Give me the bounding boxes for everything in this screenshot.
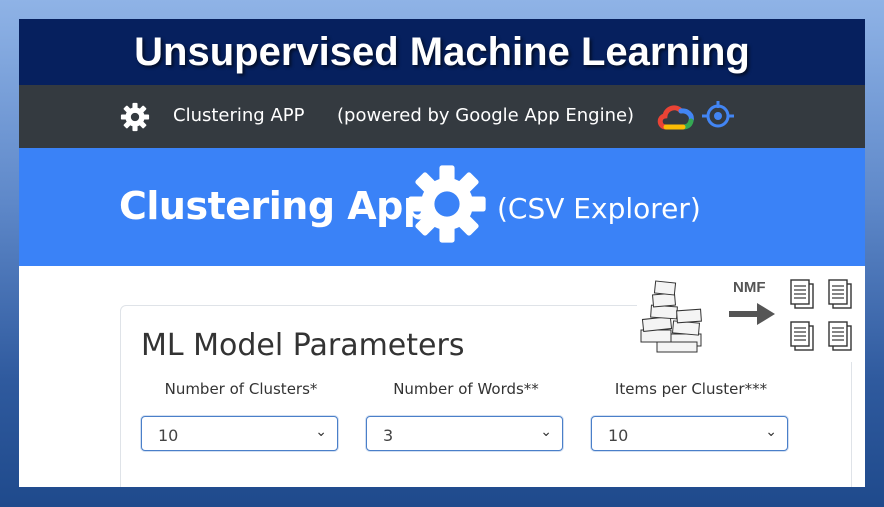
gear-icon[interactable] (119, 101, 151, 133)
words-label: Number of Words** (393, 380, 539, 398)
chevron-down-icon: ⌄ (765, 424, 777, 440)
hero-subtitle: (CSV Explorer) (497, 192, 701, 225)
words-select[interactable]: 3 ⌄ (366, 416, 563, 451)
gear-icon (408, 165, 486, 243)
hero-title: Clustering App (119, 184, 430, 228)
card-title: ML Model Parameters (141, 328, 465, 363)
app-frame: Unsupervised Machine Learning Clustering… (19, 19, 865, 487)
banner-title: Unsupervised Machine Learning (19, 19, 865, 85)
app-engine-icon (702, 101, 734, 128)
items-select[interactable]: 10 ⌄ (591, 416, 788, 451)
navbar-brand[interactable]: Clustering APP (173, 105, 304, 126)
words-value: 3 (383, 426, 394, 445)
arrow-right-icon (729, 303, 775, 325)
document-pile-icon (640, 280, 702, 353)
items-value: 10 (608, 426, 629, 445)
clusters-value: 10 (158, 426, 179, 445)
nmf-illustration: NMF (637, 272, 865, 362)
clusters-select[interactable]: 10 ⌄ (141, 416, 338, 451)
chevron-down-icon: ⌄ (540, 424, 552, 440)
google-cloud-icon (657, 105, 694, 130)
powered-by-text: (powered by Google App Engine) (337, 105, 635, 126)
clusters-label: Number of Clusters* (164, 380, 318, 398)
chevron-down-icon: ⌄ (315, 424, 327, 440)
nmf-label: NMF (733, 279, 766, 296)
items-label: Items per Cluster*** (614, 380, 768, 398)
navbar: Clustering APP (powered by Google App En… (19, 85, 865, 148)
hero-section: Clustering App (CSV Explorer) (19, 148, 865, 266)
